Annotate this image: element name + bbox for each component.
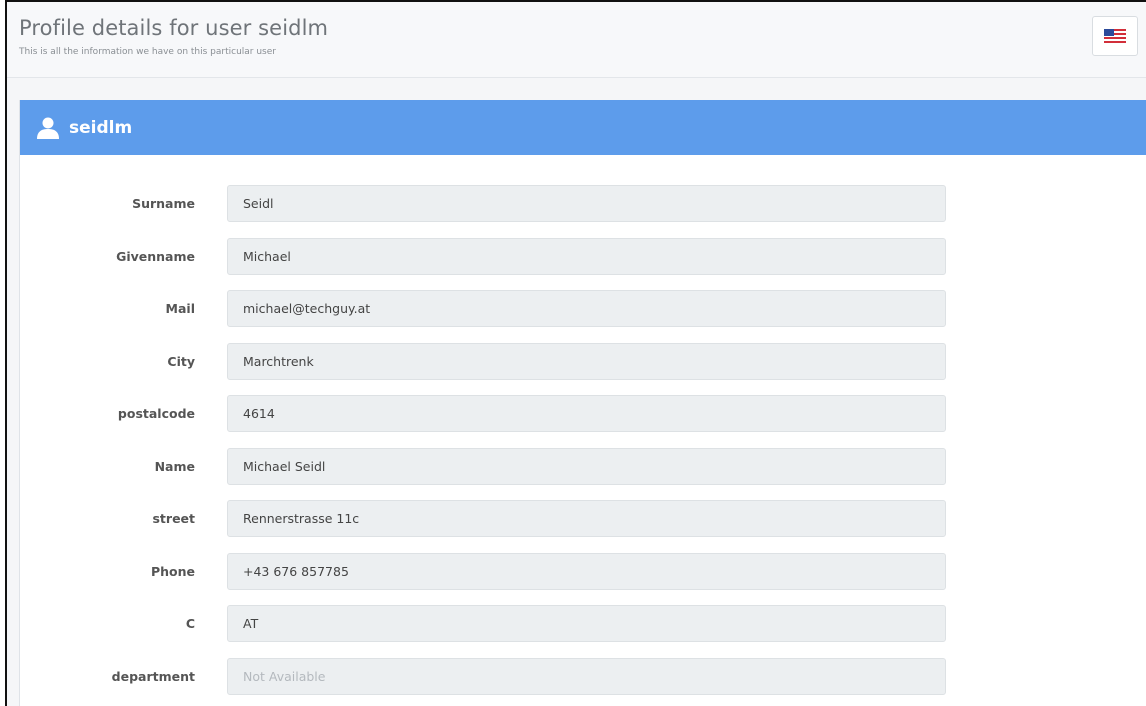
panel-heading: seidlm	[20, 100, 1146, 155]
field-row-mail: Mail	[20, 290, 1146, 327]
givenname-field[interactable]	[227, 237, 946, 275]
name-field[interactable]	[227, 447, 946, 485]
field-label: Surname	[132, 196, 195, 211]
language-selector-button[interactable]	[1092, 16, 1138, 56]
page-subtitle: This is all the information we have on t…	[19, 47, 276, 57]
user-icon	[36, 116, 60, 140]
profile-panel: seidlm Surname Givenname Mail City posta…	[19, 100, 1146, 706]
field-label: Phone	[150, 563, 195, 579]
street-field[interactable]	[227, 500, 946, 537]
country-field[interactable]	[227, 605, 946, 642]
us-flag-icon	[1104, 29, 1126, 43]
page-header: Profile details for user seidlm This is …	[7, 2, 1146, 78]
phone-field[interactable]	[227, 552, 946, 590]
field-row-city: City	[20, 342, 1146, 380]
mail-field[interactable]	[227, 290, 946, 327]
field-row-surname: Surname	[20, 185, 1146, 222]
field-label: C	[185, 616, 195, 631]
app-frame: Profile details for user seidlm This is …	[5, 0, 1146, 706]
profile-form: Surname Givenname Mail City postalcode N…	[20, 185, 1146, 706]
postalcode-field[interactable]	[227, 395, 946, 432]
field-label: Name	[154, 458, 195, 474]
field-row-country: C	[20, 605, 1146, 642]
surname-field[interactable]	[227, 185, 946, 222]
field-row-street: street	[20, 500, 1146, 537]
field-row-name: Name	[20, 447, 1146, 485]
panel-title: seidlm	[69, 117, 133, 138]
field-label: Mail	[165, 301, 195, 316]
department-field[interactable]	[227, 657, 946, 695]
field-row-postalcode: postalcode	[20, 395, 1146, 432]
field-label: City	[167, 353, 195, 369]
field-row-phone: Phone	[20, 552, 1146, 590]
field-label: street	[152, 511, 195, 526]
field-label: Givenname	[116, 248, 195, 264]
page-title: Profile details for user seidlm	[19, 16, 329, 40]
field-row-givenname: Givenname	[20, 237, 1146, 275]
field-row-department: department	[20, 657, 1146, 695]
field-label: postalcode	[117, 406, 195, 421]
field-label: department	[111, 668, 195, 684]
city-field[interactable]	[227, 342, 946, 380]
